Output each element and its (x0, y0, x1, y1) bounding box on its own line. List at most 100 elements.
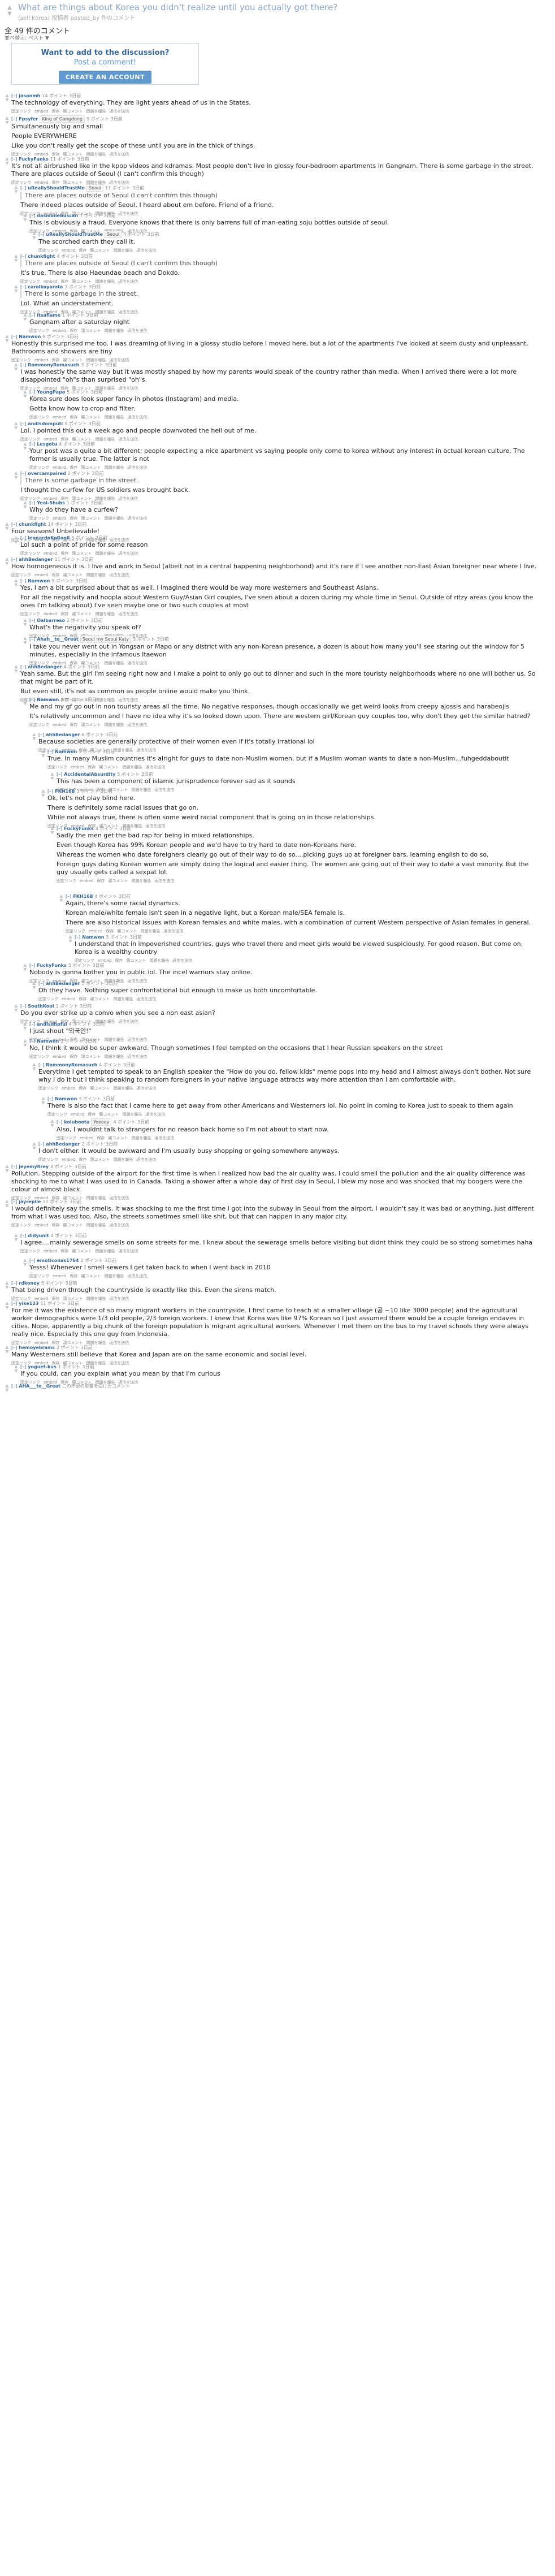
comment-author[interactable]: RommonyRomasuch (28, 362, 79, 368)
comment-action-button[interactable]: embed (53, 516, 66, 521)
down-arrow-icon[interactable]: ▼ (14, 540, 19, 544)
comment-action-button[interactable]: 親コメント (99, 1112, 119, 1117)
comment-author[interactable]: ahhBedanger (46, 1142, 80, 1147)
comment-author[interactable]: Namwon (55, 1096, 77, 1101)
down-arrow-icon[interactable]: ▼ (5, 1306, 10, 1310)
comment-action-button[interactable]: 親コメント (81, 516, 101, 521)
comment-author[interactable]: FKH168 (73, 894, 93, 899)
comment-author[interactable]: Namwon (37, 697, 59, 702)
comment-author[interactable]: YoungPapa (37, 390, 65, 395)
comment-author[interactable]: FuckyFunks (19, 157, 49, 162)
comment-author[interactable]: Lesgotu (37, 442, 57, 447)
comment-author[interactable]: ahhBedanger (28, 664, 62, 669)
comment-action-button[interactable]: embed (44, 551, 57, 556)
comment-action-button[interactable]: 問題を報告 (113, 248, 133, 253)
comment-action-button[interactable]: 問題を報告 (104, 723, 124, 727)
collapse-toggle[interactable]: [–] (11, 1164, 17, 1169)
comment-action-button[interactable]: 親コメント (90, 248, 110, 253)
comment-action-button[interactable]: 親コメント (108, 879, 128, 883)
comment-action-button[interactable]: 親コメント (81, 723, 101, 727)
down-arrow-icon[interactable]: ▼ (50, 1123, 55, 1128)
comment-action-button[interactable]: 親コメント (108, 1136, 128, 1140)
down-arrow-icon[interactable]: ▼ (32, 986, 37, 990)
comment-author[interactable]: FKH168 (55, 789, 75, 794)
comment-action-button[interactable]: 固定リンク (11, 109, 31, 114)
collapse-toggle[interactable]: [–] (47, 789, 53, 794)
comment-action-button[interactable]: embed (53, 723, 66, 727)
down-arrow-icon[interactable]: ▼ (5, 1204, 10, 1208)
down-arrow-icon[interactable]: ▼ (14, 669, 19, 673)
comment-action-button[interactable]: 返信を送信 (154, 1136, 174, 1140)
comment-action-button[interactable]: 固定リンク (38, 248, 58, 253)
comment-action-button[interactable]: 親コメント (81, 1274, 101, 1278)
post-title[interactable]: What are things about Korea you didn't r… (18, 2, 337, 12)
create-account-button[interactable]: CREATE AN ACCOUNT (58, 71, 152, 84)
comment-action-button[interactable]: 保存 (79, 1086, 86, 1091)
comment-author[interactable]: ahhBedanger (19, 557, 53, 562)
comment-action-button[interactable]: 返信を送信 (118, 612, 138, 616)
down-arrow-icon[interactable]: ▼ (32, 236, 37, 240)
collapse-toggle[interactable]: [–] (20, 1233, 26, 1238)
collapse-toggle[interactable]: [–] (20, 535, 26, 541)
comment-action-button[interactable]: 保存 (51, 1223, 59, 1228)
comment-action-button[interactable]: 問題を報告 (86, 573, 106, 577)
comment-action-button[interactable]: 保存 (70, 329, 77, 333)
comment-author[interactable]: Fpsyfer (19, 116, 38, 122)
comment-action-button[interactable]: 親コメント (90, 1157, 110, 1162)
down-arrow-icon[interactable]: ▼ (5, 1350, 10, 1354)
comment-action-button[interactable]: 返信を送信 (127, 415, 147, 420)
comment-action-button[interactable]: embed (53, 1054, 66, 1059)
comment-action-button[interactable]: 固定リンク (20, 612, 40, 616)
comment-action-button[interactable]: 親コメント (72, 279, 92, 284)
collapse-toggle[interactable]: [–] (57, 826, 62, 831)
comment-action-button[interactable]: 保存 (70, 415, 77, 420)
down-arrow-icon[interactable]: ▼ (50, 776, 55, 781)
comment-action-button[interactable]: 保存 (79, 248, 86, 253)
comment-action-button[interactable]: 固定リンク (11, 1223, 31, 1228)
comment-action-button[interactable]: 固定リンク (47, 1112, 67, 1117)
comment-author[interactable]: leonardoKoRoell (28, 535, 70, 541)
collapse-toggle[interactable]: [–] (38, 1062, 44, 1067)
comment-author[interactable]: Namwon (19, 334, 41, 339)
comment-author[interactable]: ahhBedanger (46, 732, 80, 737)
comment-action-button[interactable]: 問題を報告 (113, 997, 133, 1001)
comment-action-button[interactable]: 親コメント (81, 1054, 101, 1059)
comment-action-button[interactable]: 問題を報告 (140, 929, 160, 933)
comment-action-button[interactable]: embed (34, 109, 48, 114)
collapse-toggle[interactable]: [–] (29, 213, 35, 218)
comment-action-button[interactable]: 返信を送信 (127, 465, 147, 470)
comment-author[interactable]: rdkoney (19, 1281, 40, 1286)
collapse-toggle[interactable]: [–] (47, 749, 53, 754)
comment-author[interactable]: Namwon (28, 578, 50, 584)
comment-action-button[interactable]: embed (53, 1274, 66, 1278)
down-arrow-icon[interactable]: ▼ (5, 11, 15, 17)
comment-action-button[interactable]: 返信を送信 (127, 723, 147, 727)
comment-action-button[interactable]: 問題を報告 (95, 279, 115, 284)
collapse-toggle[interactable]: [–] (29, 1258, 35, 1263)
down-arrow-icon[interactable]: ▼ (14, 1238, 19, 1242)
up-arrow-icon[interactable]: ▲ (5, 5, 15, 11)
comment-author[interactable]: carolkoyarata (28, 284, 63, 289)
comment-action-button[interactable]: 固定リンク (38, 1086, 58, 1091)
comment-action-button[interactable]: 保存 (88, 765, 96, 770)
comment-action-button[interactable]: 問題を報告 (104, 329, 124, 333)
collapse-toggle[interactable]: [–] (20, 1364, 26, 1369)
comment-action-button[interactable]: 保存 (60, 1249, 68, 1254)
comment-author[interactable]: Oalbarreso (37, 618, 65, 623)
comment-action-button[interactable]: 固定リンク (20, 1249, 40, 1254)
comment-action-button[interactable]: 問題を報告 (131, 879, 151, 883)
comment-action-button[interactable]: embed (89, 929, 102, 933)
collapse-toggle[interactable]: [–] (29, 1022, 35, 1027)
comment-action-button[interactable]: embed (53, 415, 66, 420)
comment-action-button[interactable]: 保存 (106, 929, 114, 933)
comment-author[interactable]: didyunit (28, 1233, 49, 1238)
comment-action-button[interactable]: 問題を報告 (86, 109, 106, 114)
collapse-toggle[interactable]: [–] (38, 732, 44, 737)
down-arrow-icon[interactable]: ▼ (32, 1146, 37, 1151)
down-arrow-icon[interactable]: ▼ (14, 476, 19, 480)
comment-author[interactable]: yoguet-kus (28, 1364, 56, 1369)
comment-action-button[interactable]: 親コメント (81, 329, 101, 333)
comment-action-button[interactable]: embed (44, 612, 57, 616)
comment-action-button[interactable]: 固定リンク (11, 573, 31, 577)
comment-action-button[interactable]: 返信を送信 (136, 997, 156, 1001)
